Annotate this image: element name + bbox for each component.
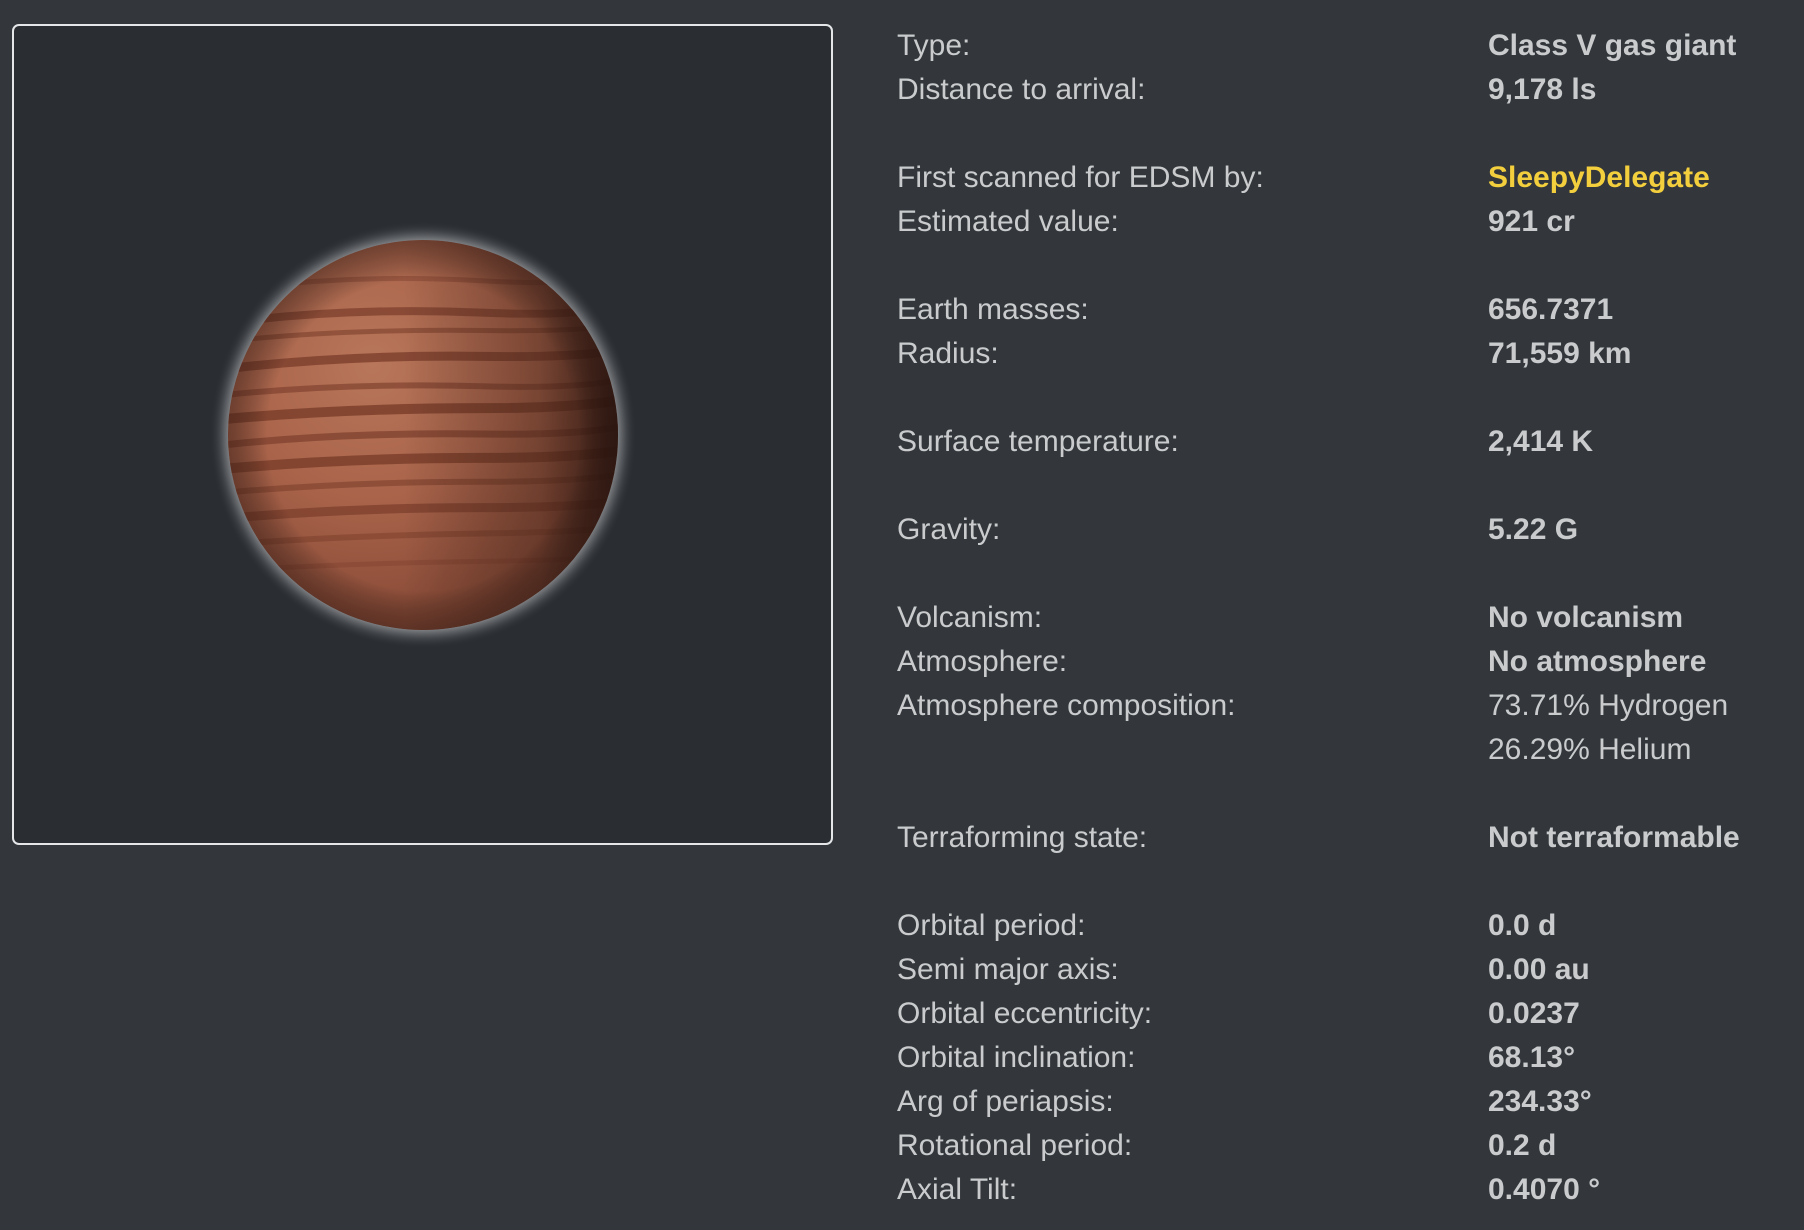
- surface-temperature-value: 2,414 K: [1488, 425, 1594, 458]
- orbital-eccentricity-label: Orbital eccentricity:: [897, 997, 1153, 1030]
- detail-orbital-inclination: Orbital inclination: 68.13°: [897, 1036, 1777, 1080]
- detail-semi-major-axis: Semi major axis: 0.00 au: [897, 948, 1777, 992]
- detail-atmosphere: Atmosphere: No atmosphere: [897, 640, 1777, 684]
- axial-tilt-value: 0.4070 °: [1488, 1173, 1601, 1206]
- first-scanned-label: First scanned for EDSM by:: [897, 161, 1264, 194]
- atmosphere-composition-label: Atmosphere composition:: [897, 689, 1236, 722]
- detail-surface-temperature: Surface temperature: 2,414 K: [897, 420, 1777, 464]
- detail-rotational-period: Rotational period: 0.2 d: [897, 1124, 1777, 1168]
- detail-orbital-eccentricity: Orbital eccentricity: 0.0237: [897, 992, 1777, 1036]
- detail-estimated-value: Estimated value: 921 cr: [897, 200, 1777, 244]
- terraforming-value: Not terraformable: [1488, 821, 1740, 854]
- detail-gravity: Gravity: 5.22 G: [897, 508, 1777, 552]
- atmosphere-label: Atmosphere:: [897, 645, 1068, 678]
- composition-helium: 26.29% Helium: [1488, 733, 1692, 766]
- semi-major-axis-value: 0.00 au: [1488, 953, 1590, 986]
- rotational-period-value: 0.2 d: [1488, 1129, 1557, 1162]
- orbital-inclination-value: 68.13°: [1488, 1041, 1576, 1074]
- detail-earth-masses: Earth masses: 656.7371: [897, 288, 1777, 332]
- body-details: Type: Class V gas giant Distance to arri…: [897, 24, 1777, 1212]
- orbital-eccentricity-value: 0.0237: [1488, 997, 1580, 1030]
- terraforming-label: Terraforming state:: [897, 821, 1148, 854]
- atmosphere-value: No atmosphere: [1488, 645, 1707, 678]
- detail-arg-of-periapsis: Arg of periapsis: 234.33°: [897, 1080, 1777, 1124]
- detail-distance: Distance to arrival: 9,178 ls: [897, 68, 1777, 112]
- semi-major-axis-label: Semi major axis:: [897, 953, 1119, 986]
- arg-of-periapsis-label: Arg of periapsis:: [897, 1085, 1114, 1118]
- estimated-value-label: Estimated value:: [897, 205, 1119, 238]
- rotational-period-label: Rotational period:: [897, 1129, 1133, 1162]
- radius-label: Radius:: [897, 337, 999, 370]
- radius-value: 71,559 km: [1488, 337, 1632, 370]
- earth-masses-value: 656.7371: [1488, 293, 1614, 326]
- volcanism-label: Volcanism:: [897, 601, 1043, 634]
- commander-link[interactable]: SleepyDelegate: [1488, 156, 1777, 200]
- estimated-value-value: 921 cr: [1488, 205, 1575, 238]
- detail-type: Type: Class V gas giant: [897, 24, 1777, 68]
- detail-radius: Radius: 71,559 km: [897, 332, 1777, 376]
- orbital-period-value: 0.0 d: [1488, 909, 1557, 942]
- gravity-label: Gravity:: [897, 513, 1001, 546]
- detail-volcanism: Volcanism: No volcanism: [897, 596, 1777, 640]
- planet-render: [209, 221, 637, 649]
- detail-terraforming: Terraforming state: Not terraformable: [897, 816, 1777, 860]
- detail-orbital-period: Orbital period: 0.0 d: [897, 904, 1777, 948]
- earth-masses-label: Earth masses:: [897, 293, 1089, 326]
- detail-axial-tilt: Axial Tilt: 0.4070 °: [897, 1168, 1777, 1212]
- arg-of-periapsis-value: 234.33°: [1488, 1085, 1592, 1118]
- surface-temperature-label: Surface temperature:: [897, 425, 1179, 458]
- distance-value: 9,178 ls: [1488, 73, 1597, 106]
- axial-tilt-label: Axial Tilt:: [897, 1173, 1018, 1206]
- detail-atmosphere-composition: Atmosphere composition: 73.71% Hydrogen: [897, 684, 1777, 728]
- orbital-inclination-label: Orbital inclination:: [897, 1041, 1136, 1074]
- detail-atmosphere-composition-continued: 26.29% Helium: [897, 728, 1777, 772]
- orbital-period-label: Orbital period:: [897, 909, 1086, 942]
- planet-viewer[interactable]: [12, 24, 833, 845]
- type-label: Type:: [897, 29, 971, 62]
- composition-hydrogen: 73.71% Hydrogen: [1488, 689, 1729, 722]
- gravity-value: 5.22 G: [1488, 513, 1579, 546]
- type-value: Class V gas giant: [1488, 29, 1737, 62]
- distance-label: Distance to arrival:: [897, 73, 1146, 106]
- detail-first-scanned: First scanned for EDSM by: SleepyDelegat…: [897, 156, 1777, 200]
- volcanism-value: No volcanism: [1488, 601, 1684, 634]
